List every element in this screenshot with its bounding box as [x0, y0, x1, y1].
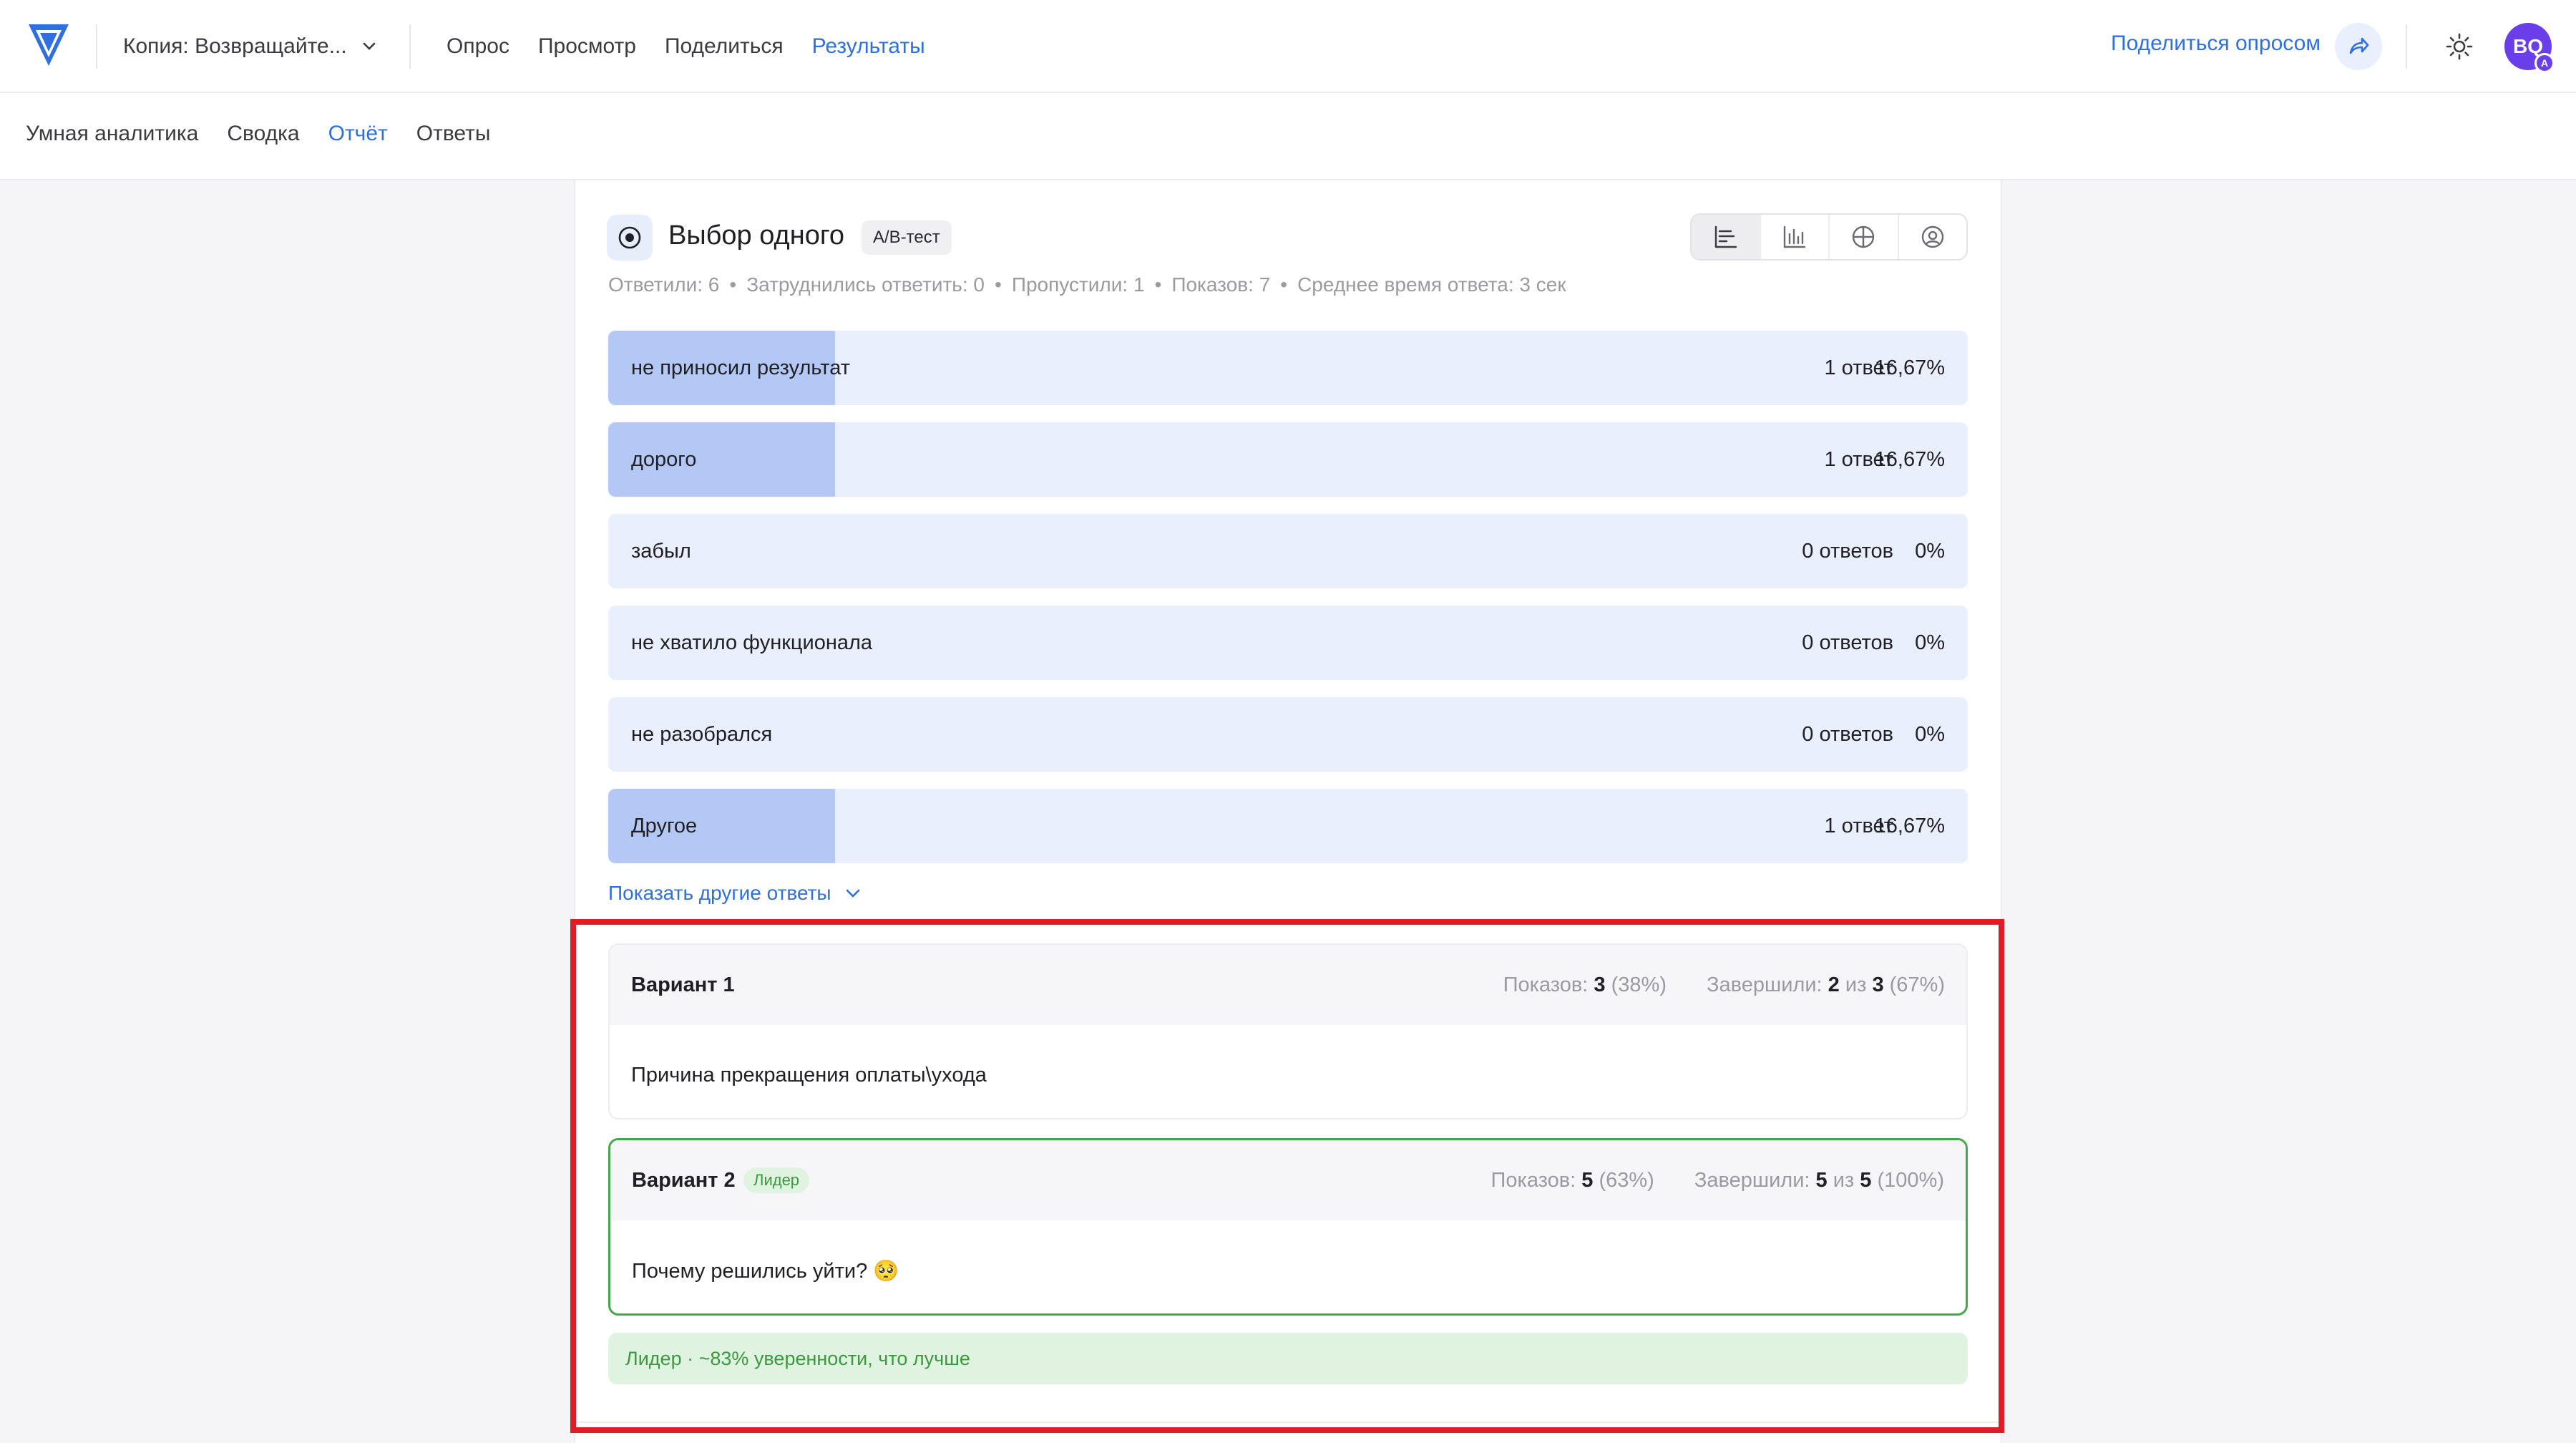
option-count: 0 ответов: [1802, 631, 1893, 654]
sub-header: Умная аналитика Сводка Отчёт Ответы: [0, 93, 2576, 180]
stat-shows: Показов: 7: [1171, 273, 1271, 296]
option-count: 0 ответов: [1802, 540, 1893, 563]
donut-chart-icon: [1921, 225, 1943, 248]
radio-icon: [618, 226, 641, 249]
nav-preview[interactable]: Просмотр: [538, 34, 636, 59]
question-title: Выбор одного: [668, 220, 844, 251]
answer-option: забыл 0 ответов 0%: [608, 514, 1968, 588]
survey-selector[interactable]: Копия: Возвращайте...: [123, 29, 379, 64]
question-stats: Ответили: 6 • Затруднились ответить: 0 • Про…: [608, 273, 1566, 296]
tab-report[interactable]: Отчёт: [328, 122, 388, 146]
highlight-frame: [570, 919, 2004, 1433]
divider: [2406, 24, 2407, 69]
option-percent: 16,67%: [1874, 448, 1945, 471]
stat-answered: Ответили: 6: [608, 273, 720, 296]
share-button[interactable]: [2335, 23, 2382, 70]
horizontal-bars-icon: [1715, 225, 1737, 248]
option-percent: 0%: [1915, 540, 1945, 563]
view-toggle: [1690, 213, 1968, 261]
option-label: не приносил результат: [631, 356, 851, 379]
option-label: не хватило функционала: [631, 631, 873, 654]
divider: [96, 24, 97, 69]
survey-name: Копия: Возвращайте...: [123, 34, 347, 58]
stat-skipped: Пропустили: 1: [1011, 273, 1145, 296]
nav-results[interactable]: Результаты: [812, 34, 925, 59]
stat-avg-time: Среднее время ответа: 3 сек: [1297, 273, 1566, 296]
tab-summary[interactable]: Сводка: [227, 122, 299, 146]
nav-share[interactable]: Поделиться: [665, 34, 784, 59]
answer-option: не приносил результат 1 ответ 16,67%: [608, 331, 1968, 405]
user-avatar[interactable]: BQ A: [2504, 23, 2555, 73]
app-logo[interactable]: [26, 20, 72, 70]
answer-option: дорого 1 ответ 16,67%: [608, 422, 1968, 497]
option-percent: 16,67%: [1874, 815, 1945, 837]
view-horizontal-bars[interactable]: [1692, 215, 1761, 259]
grid-icon: [1853, 225, 1875, 248]
vertical-bars-icon: [1783, 225, 1805, 248]
option-percent: 0%: [1915, 723, 1945, 746]
answer-option: не хватило функционала 0 ответов 0%: [608, 606, 1968, 680]
answer-option: Другое 1 ответ 16,67%: [608, 789, 1968, 863]
tab-smart-analytics[interactable]: Умная аналитика: [26, 122, 198, 146]
option-label: Другое: [631, 815, 698, 837]
share-arrow-icon: [2349, 37, 2369, 54]
tab-answers[interactable]: Ответы: [416, 122, 491, 146]
view-grid[interactable]: [1830, 215, 1899, 259]
nav-survey[interactable]: Опрос: [447, 34, 509, 59]
view-vertical-bars[interactable]: [1761, 215, 1830, 259]
divider: [409, 24, 411, 69]
main-nav: Опрос Просмотр Поделиться Результаты: [447, 29, 925, 64]
stat-undecided: Затруднились ответить: 0: [746, 273, 985, 296]
option-percent: 0%: [1915, 631, 1945, 654]
option-percent: 16,67%: [1874, 356, 1945, 379]
theme-toggle[interactable]: [2440, 27, 2479, 66]
option-label: забыл: [631, 540, 691, 563]
chevron-down-icon: [846, 889, 859, 898]
answer-options: не приносил результат 1 ответ 16,67% дор…: [608, 331, 1968, 880]
share-survey-link[interactable]: Поделиться опросом: [2111, 31, 2321, 56]
option-count: 0 ответов: [1802, 723, 1893, 746]
show-more-answers-link[interactable]: Показать другие ответы: [608, 882, 863, 905]
ab-test-badge: A/B-тест: [862, 220, 952, 255]
avatar-badge: A: [2534, 53, 2555, 73]
option-label: дорого: [631, 448, 697, 471]
sun-icon: [2446, 33, 2473, 60]
option-label: не разобрался: [631, 723, 773, 746]
question-type-icon: [607, 215, 653, 261]
top-header: Копия: Возвращайте... Опрос Просмотр Под…: [0, 0, 2576, 93]
chevron-down-icon: [363, 42, 376, 50]
show-more-label: Показать другие ответы: [608, 882, 831, 904]
answer-option: не разобрался 0 ответов 0%: [608, 697, 1968, 772]
results-tabs: Умная аналитика Сводка Отчёт Ответы: [26, 122, 490, 146]
view-pie[interactable]: [1899, 215, 1967, 259]
